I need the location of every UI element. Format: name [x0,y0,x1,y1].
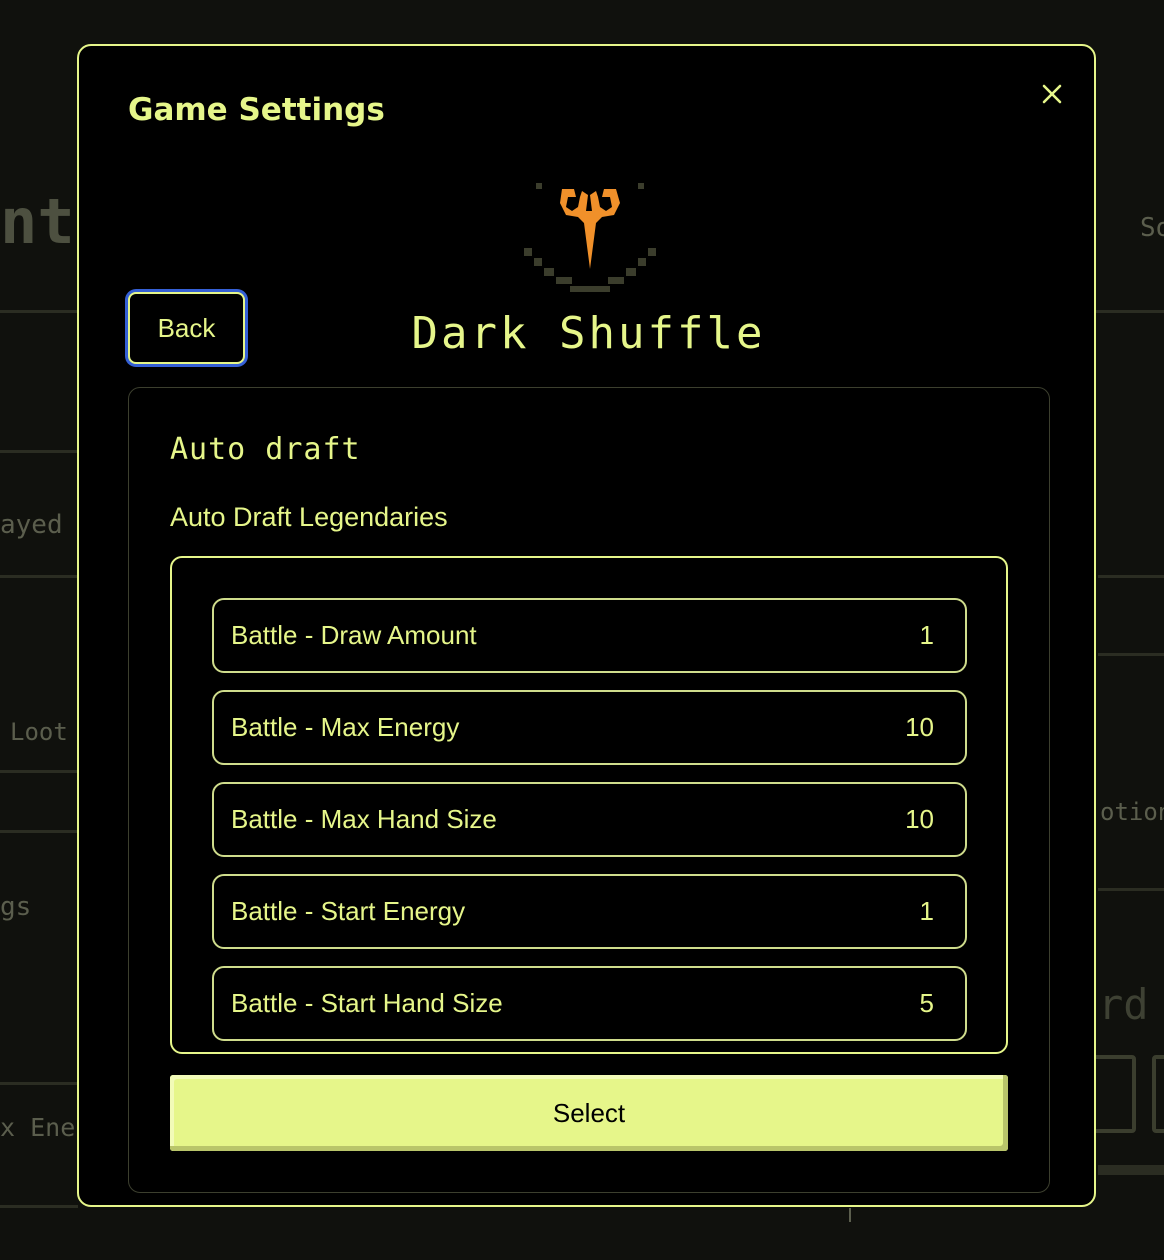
background-text: x Energ [0,1113,76,1142]
setting-value: 1 [919,896,934,926]
background-divider [0,1205,78,1208]
setting-label: Battle - Start Energy [231,896,466,926]
setting-label: Battle - Max Hand Size [231,804,497,834]
setting-row-max-hand-size[interactable]: Battle - Max Hand Size 10 [212,782,967,857]
background-text: otion [1100,798,1164,826]
background-divider [1098,575,1164,578]
background-text: nt [0,185,75,258]
modal-title: Game Settings [128,92,385,128]
background-text: So [1140,213,1164,243]
game-logo [522,181,658,301]
setting-row-max-energy[interactable]: Battle - Max Energy 10 [212,690,967,765]
setting-row-start-hand-size[interactable]: Battle - Start Hand Size 5 [212,966,967,1041]
setting-row-draw-amount[interactable]: Battle - Draw Amount 1 [212,598,967,673]
setting-value: 1 [919,620,934,650]
background-text: ayed [0,510,63,540]
background-text: Loot [10,718,68,746]
back-button[interactable]: Back [128,292,245,364]
close-icon [1042,84,1062,104]
close-button[interactable] [1034,76,1070,112]
horned-mask-logo-icon [524,183,656,292]
background-divider [0,450,78,453]
background-tick [849,1208,851,1222]
setting-value: 10 [905,712,934,742]
background-divider [0,830,78,833]
select-button[interactable]: Select [170,1075,1008,1151]
setting-label: Battle - Start Hand Size [231,988,503,1018]
background-divider [0,770,78,773]
background-divider [0,575,78,578]
auto-draft-panel: Auto draft Auto Draft Legendaries Battle… [128,387,1050,1193]
background-text: rd S [1098,980,1164,1029]
background-divider [1098,653,1164,656]
panel-title: Auto draft [170,432,361,467]
background-divider [0,1082,78,1085]
background-card [1152,1055,1164,1133]
panel-subtitle: Auto Draft Legendaries [170,502,448,532]
setting-value: 10 [905,804,934,834]
background-divider [1098,1165,1164,1175]
setting-row-start-energy[interactable]: Battle - Start Energy 1 [212,874,967,949]
background-text: gs [0,892,32,922]
setting-label: Battle - Draw Amount [231,620,477,650]
game-settings-modal: Game Settings Dark Shuffle Back Auto dra… [77,44,1096,1207]
game-name: Dark Shuffle [411,308,766,359]
settings-list[interactable]: Battle - Draw Amount 1 Battle - Max Ener… [170,556,1008,1054]
setting-label: Battle - Max Energy [231,712,460,742]
background-divider [1098,888,1164,891]
setting-value: 5 [919,988,934,1018]
background-card [1090,1055,1136,1133]
